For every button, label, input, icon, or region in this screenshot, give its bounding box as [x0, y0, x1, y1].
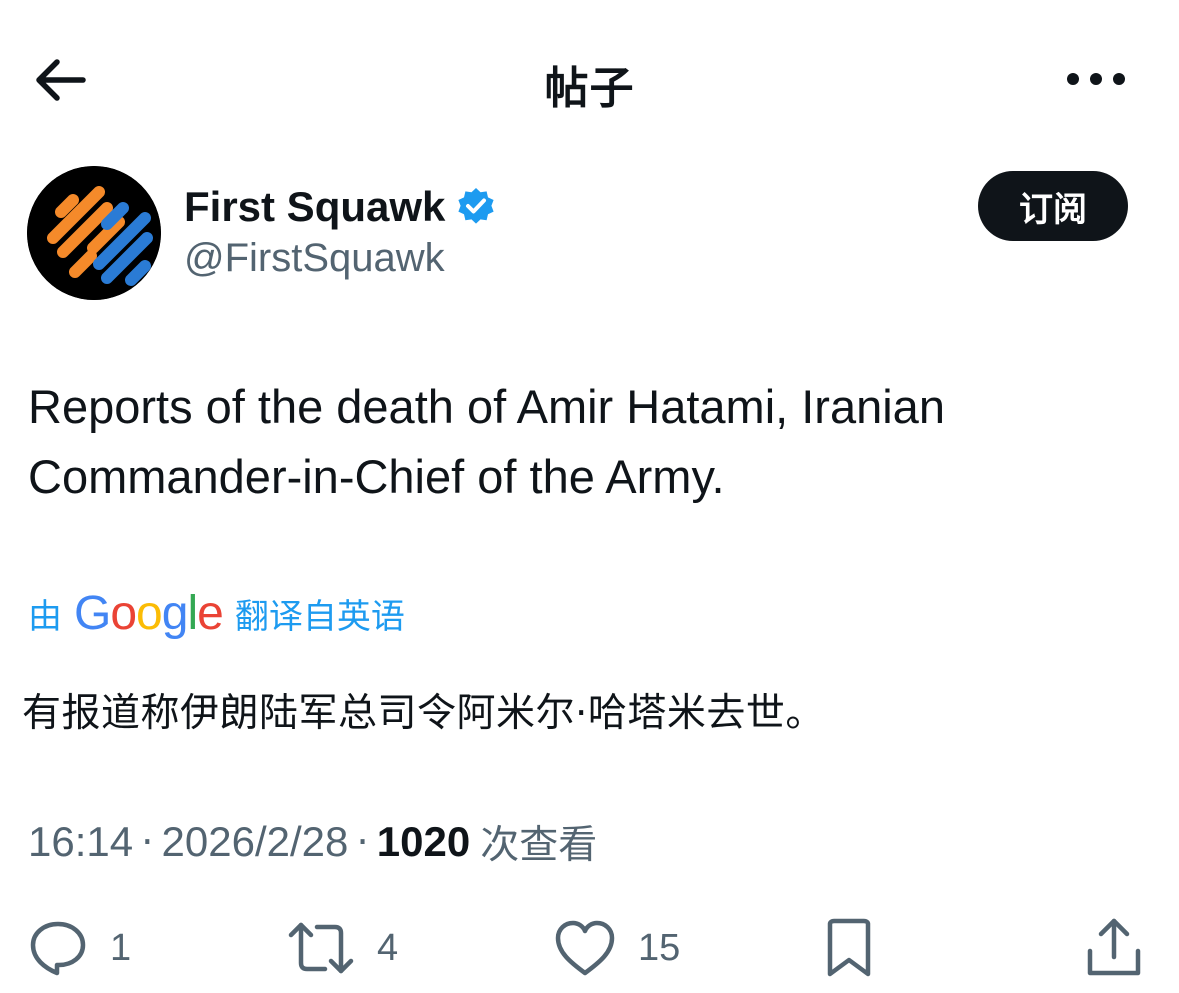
- tweet-meta: 16:14 · 2026/2/28 · 1020 次查看: [28, 814, 597, 870]
- reply-icon: [30, 921, 86, 976]
- translation-attribution[interactable]: 由 Google 翻译自英语: [28, 584, 405, 642]
- meta-separator: ·: [141, 819, 154, 865]
- subscribe-button[interactable]: 订阅: [978, 171, 1128, 241]
- page-title: 帖子: [544, 63, 635, 114]
- like-button[interactable]: 15: [554, 910, 680, 986]
- view-count-label: 次查看: [480, 823, 598, 868]
- retweet-count: 4: [377, 926, 399, 969]
- meta-separator: ·: [356, 819, 369, 865]
- action-bar: 1 4 15: [0, 910, 1179, 986]
- tweet-date[interactable]: 2026/2/28: [162, 818, 349, 866]
- reply-count: 1: [110, 926, 132, 969]
- tweet-text: Reports of the death of Amir Hatami, Ira…: [28, 380, 945, 503]
- translated-tweet-text: 有报道称伊朗陆军总司令阿米尔·哈塔米去世。: [22, 691, 825, 736]
- view-count[interactable]: 1020: [377, 818, 470, 866]
- translation-suffix: 翻译自英语: [234, 596, 405, 637]
- first-squawk-logo-icon: [27, 166, 161, 300]
- author-avatar[interactable]: [27, 166, 161, 300]
- heart-icon: [555, 920, 615, 976]
- author-display-name[interactable]: First Squawk: [184, 183, 445, 231]
- google-logo: Google: [74, 586, 224, 640]
- bookmark-button[interactable]: [822, 910, 876, 986]
- post-page: 帖子 First Squawk @FirstSquawk 订阅 Reports …: [0, 0, 1179, 993]
- retweet-button[interactable]: 4: [287, 910, 398, 986]
- more-horizontal-icon: [1067, 73, 1125, 85]
- like-count: 15: [638, 926, 681, 969]
- reply-button[interactable]: 1: [28, 910, 131, 986]
- tweet-time[interactable]: 16:14: [28, 818, 133, 866]
- more-options-button[interactable]: [1056, 54, 1136, 104]
- author-handle[interactable]: @FirstSquawk: [184, 236, 445, 281]
- bookmark-icon: [827, 918, 871, 977]
- share-icon: [1087, 918, 1141, 976]
- share-button[interactable]: [1084, 910, 1144, 986]
- verified-badge-icon: [458, 188, 495, 224]
- translation-prefix: 由: [28, 596, 62, 637]
- author-name-row[interactable]: First Squawk: [184, 180, 497, 234]
- retweet-icon: [288, 922, 354, 974]
- top-bar: 帖子: [0, 0, 1179, 160]
